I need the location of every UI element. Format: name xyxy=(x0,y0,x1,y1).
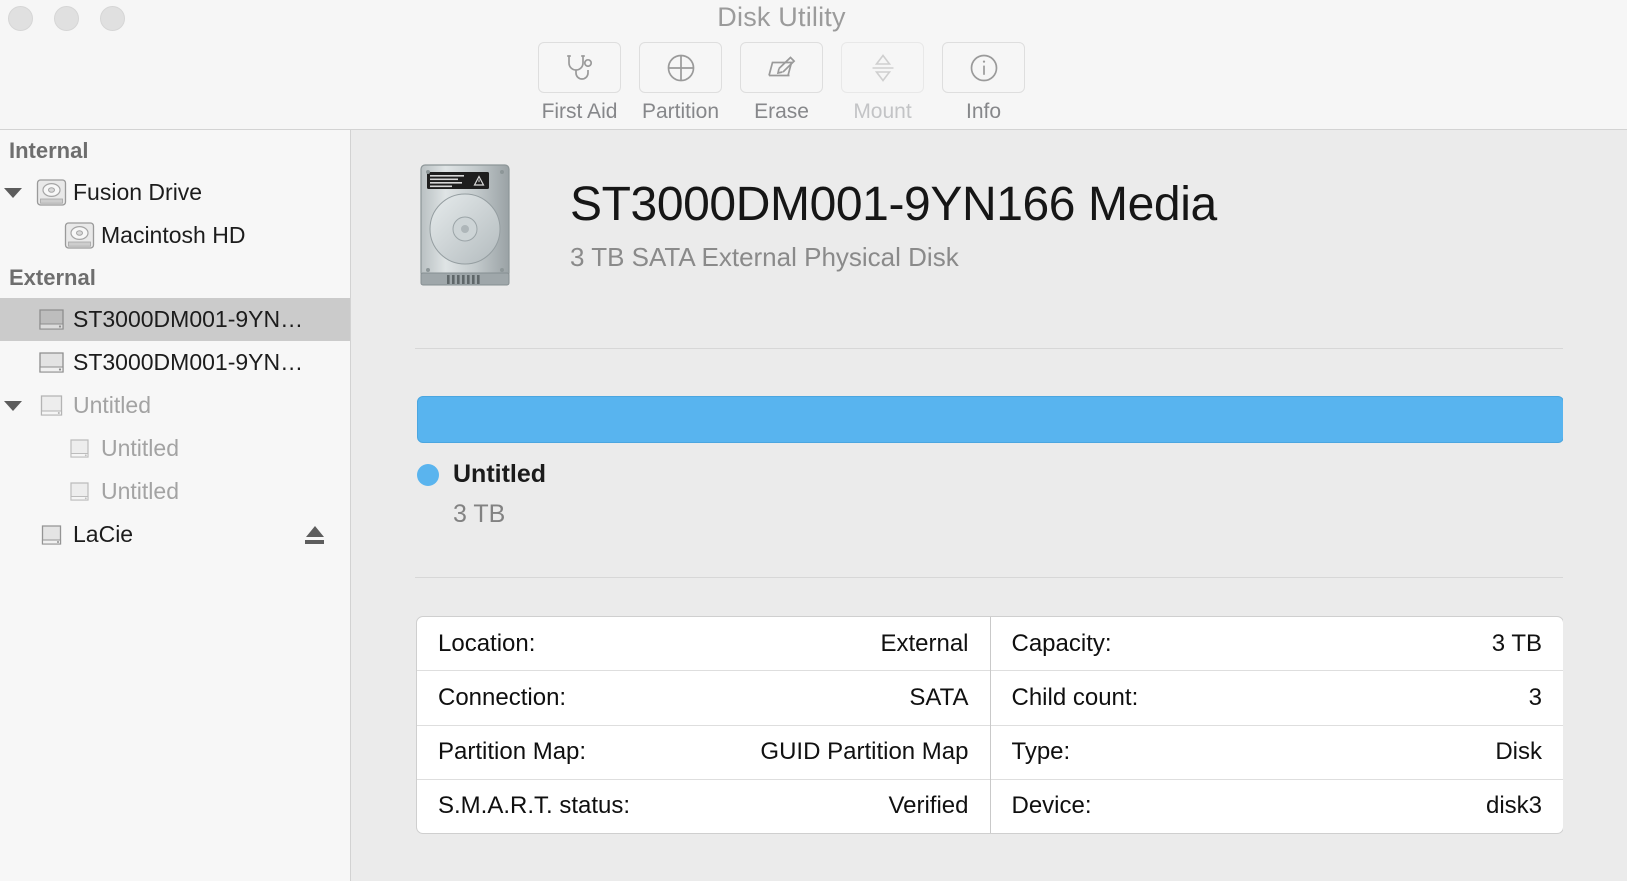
info-value: SATA xyxy=(909,683,969,711)
sidebar-item-external-disk-1[interactable]: ST3000DM001-9YN… xyxy=(0,298,350,341)
info-column-left: Location: External Connection: SATA Part… xyxy=(417,617,991,833)
page-title: ST3000DM001-9YN166 Media xyxy=(570,178,1217,231)
window-title: Disk Utility xyxy=(717,2,846,32)
info-key: Type: xyxy=(1011,738,1071,766)
external-volume-icon xyxy=(57,429,101,468)
toolbar-label: Info xyxy=(965,100,1002,123)
sidebar-item-lacie[interactable]: LaCie xyxy=(0,513,350,556)
disk-header-text: ST3000DM001-9YN166 Media 3 TB SATA Exter… xyxy=(570,177,1217,273)
info-key: Capacity: xyxy=(1011,629,1112,657)
toolbar-button-partition[interactable]: Partition xyxy=(639,42,722,124)
sidebar-item-label: LaCie xyxy=(73,521,134,547)
info-row-smart-status: S.M.A.R.T. status: Verified xyxy=(417,780,990,833)
toolbar-label: Erase xyxy=(754,100,809,123)
right-gutter xyxy=(1563,130,1627,881)
info-row-connection: Connection: SATA xyxy=(417,671,990,726)
toolbar-button-mount[interactable]: Mount xyxy=(841,42,924,124)
sidebar-item-label: Macintosh HD xyxy=(101,222,246,248)
external-volume-icon xyxy=(57,472,101,511)
info-row-child-count: Child count: 3 xyxy=(990,671,1563,726)
capacity-bar-untitled[interactable] xyxy=(417,396,1564,443)
page-subtitle: 3 TB SATA External Physical Disk xyxy=(570,242,959,272)
pie-chart-icon xyxy=(639,42,722,93)
stethoscope-icon xyxy=(538,42,621,93)
external-disk-icon xyxy=(29,300,73,339)
info-row-capacity: Capacity: 3 TB xyxy=(990,617,1563,672)
info-value: 3 xyxy=(1528,683,1542,711)
eject-icon[interactable] xyxy=(305,525,324,544)
sidebar: Internal Fusion Drive Macintosh HD Exter… xyxy=(0,130,350,881)
sidebar-section-external: External xyxy=(9,264,96,290)
info-column-right: Capacity: 3 TB Child count: 3 Type: Disk… xyxy=(990,617,1564,833)
toolbar: First Aid Partition Erase Mount Info xyxy=(0,42,1563,124)
main-content: ST3000DM001-9YN166 Media 3 TB SATA Exter… xyxy=(351,130,1564,881)
sidebar-item-label: ST3000DM001-9YN… xyxy=(73,306,304,332)
sidebar-item-untitled-child-2[interactable]: Untitled xyxy=(0,470,350,513)
legend-color-dot-icon xyxy=(417,463,439,486)
mount-arrows-icon xyxy=(841,42,924,93)
info-value: Disk xyxy=(1495,738,1542,766)
divider-top xyxy=(415,348,1563,349)
legend-size: 3 TB xyxy=(453,500,506,528)
info-key: Partition Map: xyxy=(438,738,587,766)
info-key: S.M.A.R.T. status: xyxy=(438,792,631,820)
toolbar-button-first-aid[interactable]: First Aid xyxy=(538,42,621,124)
sidebar-item-label: ST3000DM001-9YN… xyxy=(73,349,304,375)
sidebar-item-external-disk-2[interactable]: ST3000DM001-9YN… xyxy=(0,341,350,384)
disk-utility-window: Disk Utility First Aid Partition Erase M… xyxy=(0,0,1627,881)
info-row-location: Location: External xyxy=(417,617,990,672)
info-value: External xyxy=(880,629,969,657)
external-volume-icon xyxy=(29,386,73,425)
info-row-type: Type: Disk xyxy=(990,726,1563,780)
info-circle-icon xyxy=(942,42,1025,93)
info-value: Verified xyxy=(888,792,969,820)
disclosure-triangle-icon[interactable] xyxy=(2,187,24,198)
legend-entry: Untitled xyxy=(417,460,546,489)
capacity-legend: Untitled 3 TB xyxy=(417,460,546,529)
titlebar: Disk Utility First Aid Partition Erase M… xyxy=(0,0,1627,130)
external-volume-icon xyxy=(29,515,73,554)
info-key: Child count: xyxy=(1011,683,1139,711)
legend-label: Untitled xyxy=(453,460,547,488)
disclosure-triangle-icon[interactable] xyxy=(2,400,24,411)
sidebar-item-fusion-drive[interactable]: Fusion Drive xyxy=(0,171,350,214)
sidebar-item-label: Untitled xyxy=(73,392,151,418)
disk-info-table: Location: External Connection: SATA Part… xyxy=(416,616,1564,834)
internal-volume-icon xyxy=(57,216,101,255)
disk-header: ST3000DM001-9YN166 Media 3 TB SATA Exter… xyxy=(417,163,1217,287)
internal-disk-icon xyxy=(29,173,73,212)
divider-bottom xyxy=(415,577,1563,578)
info-value: GUID Partition Map xyxy=(760,738,969,766)
sidebar-item-label: Fusion Drive xyxy=(73,179,203,205)
info-key: Connection: xyxy=(438,683,567,711)
sidebar-item-label: Untitled xyxy=(101,435,179,461)
toolbar-label: First Aid xyxy=(541,100,618,123)
info-key: Device: xyxy=(1011,792,1092,820)
sidebar-section-internal: Internal xyxy=(9,137,89,163)
info-value: 3 TB xyxy=(1491,629,1542,657)
toolbar-button-info[interactable]: Info xyxy=(942,42,1025,124)
info-value: disk3 xyxy=(1485,792,1542,820)
sidebar-item-macintosh-hd[interactable]: Macintosh HD xyxy=(0,214,350,257)
sidebar-item-untitled-parent[interactable]: Untitled xyxy=(0,384,350,427)
external-disk-icon xyxy=(29,343,73,382)
erase-pencil-icon xyxy=(740,42,823,93)
info-key: Location: xyxy=(438,629,536,657)
hard-disk-illustration-icon xyxy=(417,163,513,287)
toolbar-label: Mount xyxy=(853,100,912,123)
info-row-device: Device: disk3 xyxy=(991,780,1564,833)
toolbar-button-erase[interactable]: Erase xyxy=(740,42,823,124)
info-row-partition-map: Partition Map: GUID Partition Map xyxy=(417,726,990,780)
toolbar-label: Partition xyxy=(641,100,720,123)
sidebar-item-label: Untitled xyxy=(101,478,179,504)
sidebar-item-untitled-child-1[interactable]: Untitled xyxy=(0,427,350,470)
